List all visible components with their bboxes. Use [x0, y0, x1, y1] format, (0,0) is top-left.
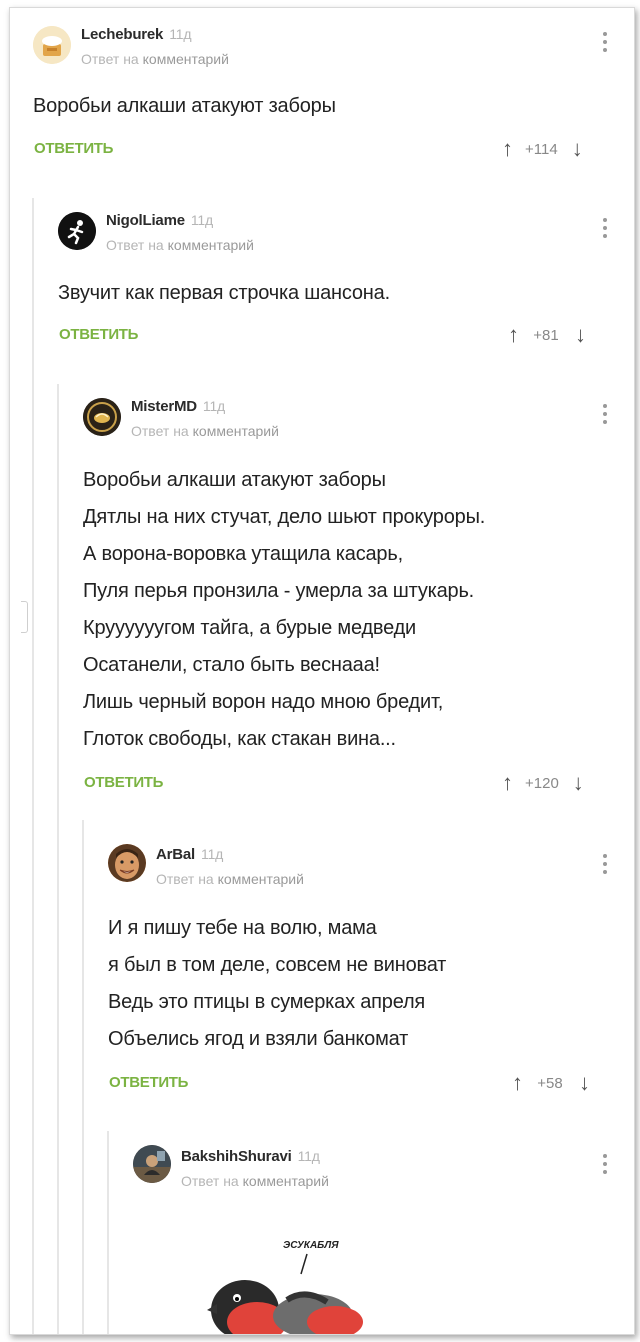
timestamp: 11д	[169, 26, 192, 42]
face-avatar-icon	[108, 844, 146, 882]
collapse-handle[interactable]	[21, 601, 28, 633]
user-avatar[interactable]	[83, 398, 121, 436]
reply-target-link[interactable]: комментарий	[218, 871, 304, 887]
thread-line[interactable]	[57, 384, 59, 1334]
text-line: Ведь это птицы в сумерках апреля	[108, 991, 426, 1013]
vote-controls: ↑ +81 ↓	[508, 323, 586, 347]
comment-image[interactable]: ЭСУКАБЛЯ	[195, 1230, 385, 1334]
username-text[interactable]: ArBal	[156, 846, 195, 863]
username-text[interactable]: MisterMD	[131, 398, 197, 415]
badge-avatar-icon	[83, 398, 121, 436]
rating: +120	[525, 774, 559, 792]
thread-line[interactable]	[82, 820, 84, 1334]
reply-button[interactable]: ОТВЕТИТЬ	[34, 140, 113, 157]
text-line: Глоток свободы, как стакан вина...	[83, 728, 396, 750]
downvote-icon[interactable]: ↓	[579, 1072, 590, 1094]
bullfinch-comic-icon: ЭСУКАБЛЯ	[207, 1240, 363, 1334]
text-line: я был в том деле, совсем не виноват	[108, 954, 447, 976]
text-line: И я пишу тебе на волю, мама	[108, 917, 377, 939]
runner-avatar-icon	[58, 212, 96, 250]
upvote-icon[interactable]: ↑	[508, 324, 519, 346]
text-line: Воробьи алкаши атакуют заборы	[83, 469, 386, 491]
text-line: Объелись ягод и взяли банкомат	[108, 1028, 409, 1050]
comments-screen: Lecheburek 11д Ответ на комментарий Вороб…	[9, 7, 635, 1335]
text-line: Пуля перья пронзила - умерла за штукарь.	[83, 580, 475, 602]
more-options-icon[interactable]	[602, 1154, 608, 1176]
username[interactable]: MisterMD 11д	[131, 398, 225, 415]
comment-text: Звучит как первая строчка шансона.	[58, 282, 390, 304]
photo-avatar-icon	[133, 1145, 171, 1183]
reply-prefix: Ответ на	[156, 871, 214, 887]
user-avatar[interactable]	[58, 212, 96, 250]
username[interactable]: NigolLiame 11д	[106, 212, 213, 229]
timestamp: 11д	[202, 398, 226, 414]
more-options-icon[interactable]	[602, 404, 608, 426]
more-options-icon[interactable]	[602, 32, 608, 54]
timestamp: 11д	[201, 846, 224, 862]
reply-button[interactable]: ОТВЕТИТЬ	[109, 1074, 188, 1091]
vote-controls: ↑ +120 ↓	[502, 771, 584, 795]
comment-text: И я пишу тебе на волю, мама я был в том …	[108, 910, 446, 1058]
reply-prefix: Ответ на	[181, 1173, 239, 1189]
username[interactable]: Lecheburek 11д	[81, 26, 192, 43]
username-text[interactable]: NigolLiame	[106, 212, 185, 229]
more-options-icon[interactable]	[602, 218, 608, 240]
text-line: Дятлы на них стучат, дело шьют прокуроры…	[83, 506, 486, 528]
vote-controls: ↑ +58 ↓	[512, 1071, 590, 1095]
more-options-icon[interactable]	[602, 854, 608, 876]
reply-button[interactable]: ОТВЕТИТЬ	[59, 326, 138, 343]
reply-target-link[interactable]: комментарий	[168, 237, 254, 253]
thread-line[interactable]	[107, 1131, 109, 1334]
comment-text: Воробьи алкаши атакуют заборы	[33, 95, 336, 117]
reply-meta: Ответ на комментарий	[81, 51, 229, 67]
reply-meta: Ответ на комментарий	[106, 237, 254, 253]
rating: +114	[525, 140, 558, 158]
text-line: Осатанели, стало быть веснааа!	[83, 654, 380, 676]
username-text[interactable]: Lecheburek	[81, 26, 163, 43]
user-avatar[interactable]	[133, 1145, 171, 1183]
hat-avatar-icon	[33, 26, 71, 64]
reply-prefix: Ответ на	[106, 237, 164, 253]
text-line: А ворона-воровка утащила касарь,	[83, 543, 403, 565]
rating: +81	[533, 326, 559, 344]
username[interactable]: ArBal 11д	[156, 846, 223, 863]
downvote-icon[interactable]: ↓	[573, 772, 584, 794]
text-line: Лишь черный ворон надо мною бредит,	[83, 691, 444, 713]
upvote-icon[interactable]: ↑	[502, 138, 513, 160]
vote-controls: ↑ +114 ↓	[502, 137, 583, 161]
rating: +58	[537, 1074, 563, 1092]
thread-line[interactable]	[32, 198, 34, 1334]
reply-button[interactable]: ОТВЕТИТЬ	[84, 774, 163, 791]
timestamp: 11д	[190, 212, 213, 228]
reply-target-link[interactable]: комментарий	[143, 51, 229, 67]
reply-meta: Ответ на комментарий	[156, 871, 304, 887]
reply-meta: Ответ на комментарий	[131, 423, 279, 439]
comment-text: Воробьи алкаши атакуют заборы Дятлы на н…	[83, 462, 485, 758]
username-text[interactable]: BakshihShuravi	[181, 1148, 292, 1165]
reply-meta: Ответ на комментарий	[181, 1173, 329, 1189]
timestamp: 11д	[297, 1148, 320, 1164]
reply-target-link[interactable]: комментарий	[193, 423, 279, 439]
comic-caption: ЭСУКАБЛЯ	[283, 1240, 339, 1251]
user-avatar[interactable]	[33, 26, 71, 64]
user-avatar[interactable]	[108, 844, 146, 882]
upvote-icon[interactable]: ↑	[502, 772, 513, 794]
downvote-icon[interactable]: ↓	[575, 324, 586, 346]
text-line: Круууууугом тайга, а бурые медведи	[83, 617, 417, 639]
reply-prefix: Ответ на	[131, 423, 189, 439]
reply-target-link[interactable]: комментарий	[243, 1173, 329, 1189]
username[interactable]: BakshihShuravi 11д	[181, 1148, 320, 1165]
reply-prefix: Ответ на	[81, 51, 139, 67]
downvote-icon[interactable]: ↓	[572, 138, 583, 160]
upvote-icon[interactable]: ↑	[512, 1072, 523, 1094]
